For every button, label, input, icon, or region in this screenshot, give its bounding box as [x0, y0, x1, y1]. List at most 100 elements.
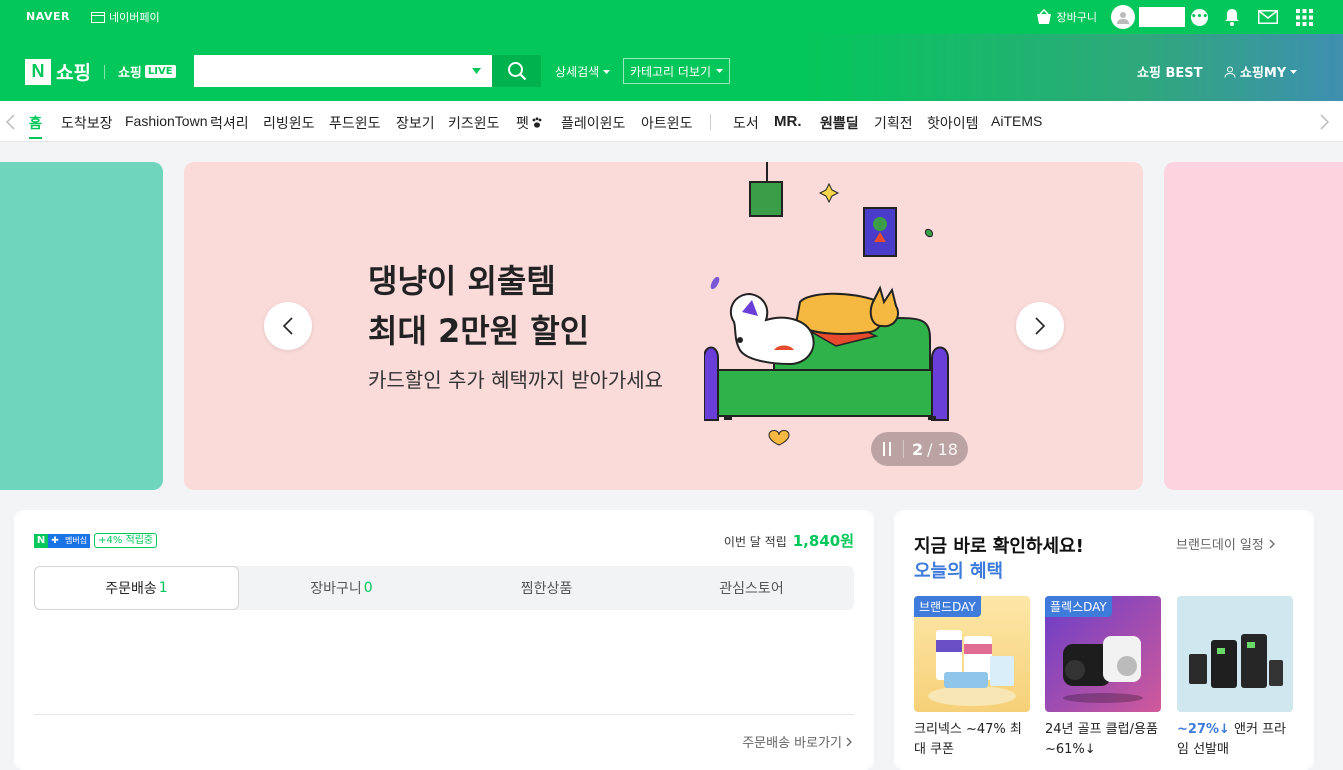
n-badge: N ✚ 멤버십: [34, 533, 91, 548]
live-badge: LIVE: [144, 65, 176, 78]
banner-line2: 최대 2만원 할인: [368, 312, 590, 350]
tab-cart[interactable]: 장바구니 0: [239, 566, 444, 610]
person-icon: [1224, 66, 1236, 78]
nav-item-special[interactable]: 기획전: [874, 113, 913, 133]
shopping-logo[interactable]: N 쇼핑 쇼핑 LIVE: [25, 58, 176, 85]
nav-item-food[interactable]: 푸드윈도: [329, 113, 381, 133]
nav-item-aitems[interactable]: AiTEMS: [991, 113, 1042, 129]
banner-pager: 2 / 18: [871, 432, 968, 466]
tab-wishlist[interactable]: 찜한상품: [444, 566, 649, 610]
divider-line: [34, 714, 854, 715]
main-banner[interactable]: 댕냥이 외출템 최대 2만원 할인 카드할인 추가 혜택까지 받아가세요 2 /…: [184, 162, 1143, 490]
shopping-logo-text: 쇼핑: [56, 62, 91, 84]
product-desc-text: 크리넥스 ~47% 최대 쿠폰: [914, 722, 1022, 757]
nav-item-home[interactable]: 홈: [29, 113, 42, 139]
shopping-my-button[interactable]: 쇼핑MY: [1224, 62, 1298, 81]
plus-icon: ✚: [48, 533, 62, 548]
pet-sofa-illustration: [704, 162, 949, 446]
banner-line1: 댕냥이 외출템: [368, 262, 556, 300]
n-logo: N: [25, 58, 51, 85]
basket-icon[interactable]: [1035, 9, 1053, 25]
monthly-points-value: 1,840원: [792, 532, 854, 550]
brandday-tag: 브랜드DAY: [914, 596, 981, 617]
card-icon: [91, 11, 105, 23]
product-desc: ~27%↓ 앤커 프라임 선발매: [1177, 720, 1293, 760]
discount-highlight: ~27%↓: [1177, 722, 1230, 737]
nav-item-oneplus[interactable]: 원쁠딜: [820, 113, 859, 133]
cart-link[interactable]: 장바구니: [1057, 9, 1097, 25]
product-image: [1177, 596, 1293, 712]
category-more-button[interactable]: 카테고리 더보기: [623, 58, 730, 84]
chevron-right-icon: [846, 737, 852, 746]
naver-pay-link[interactable]: 네이버페이: [91, 9, 160, 25]
benefit-product[interactable]: ~27%↓ 앤커 프라임 선발매: [1177, 596, 1293, 760]
caret-down-icon: [716, 69, 724, 73]
dropdown-triangle-icon[interactable]: [472, 68, 481, 74]
category-nav: 홈 도착보장 FashionTown 럭셔리 리빙윈도 푸드윈도 장보기 키즈윈…: [0, 101, 1343, 142]
tab-count: 1: [158, 580, 168, 596]
nav-item-kids[interactable]: 키즈윈도: [448, 113, 500, 133]
talk-icon[interactable]: •••: [1191, 8, 1208, 26]
shopping-live-link[interactable]: 쇼핑 LIVE: [118, 62, 176, 81]
nav-item-mr[interactable]: MR.: [774, 113, 802, 130]
pause-icon[interactable]: [871, 442, 903, 456]
search-input[interactable]: [194, 55, 492, 87]
user-icon: [1117, 12, 1129, 24]
nav-item-hot[interactable]: 핫아이템: [927, 113, 979, 133]
divider: [103, 64, 105, 79]
nav-item-fashiontown[interactable]: FashionTown: [125, 113, 208, 129]
nav-prev-icon[interactable]: [6, 114, 15, 130]
banner-prev-button[interactable]: [264, 302, 312, 350]
pager-current: 2: [912, 439, 924, 459]
nav-item-art[interactable]: 아트윈도: [641, 113, 693, 133]
bell-icon[interactable]: [1224, 8, 1240, 26]
nav-item-grocery[interactable]: 장보기: [396, 113, 435, 133]
tissue-products-image: [928, 630, 1016, 706]
nav-pet-label: 펫: [516, 116, 529, 132]
search-button[interactable]: [492, 55, 541, 87]
search-icon: [507, 62, 526, 81]
nav-item-pet[interactable]: 펫: [516, 113, 543, 133]
tab-label: 주문배송: [105, 581, 157, 597]
product-image: 브랜드DAY: [914, 596, 1030, 712]
naver-logo[interactable]: NAVER: [26, 10, 70, 23]
tab-orders[interactable]: 주문배송 1: [34, 566, 239, 610]
order-link[interactable]: 주문배송 바로가기: [742, 732, 852, 751]
avatar[interactable]: [1111, 5, 1135, 29]
benefit-product[interactable]: 플렉스DAY 24년 골프 클럽/용품 ~61%↓: [1045, 596, 1161, 760]
benefit-product[interactable]: 브랜드DAY 크리넥스 ~47% 최대 쿠폰: [914, 596, 1030, 760]
flexday-tag: 플렉스DAY: [1045, 596, 1112, 617]
naver-pay-label: 네이버페이: [109, 11, 160, 24]
tab-label: 관심스토어: [719, 581, 784, 597]
nav-item-play[interactable]: 플레이윈도: [561, 113, 625, 133]
n-badge-letter: N: [34, 533, 48, 548]
banner-next-button[interactable]: [1016, 302, 1064, 350]
point-rate-tag: +4% 적립중: [94, 533, 158, 548]
shopping-best-link[interactable]: 쇼핑 BEST: [1137, 62, 1202, 81]
next-banner-peek[interactable]: [1164, 162, 1343, 490]
order-link-label: 주문배송 바로가기: [742, 736, 842, 751]
nav-item-delivery[interactable]: 도착보장: [61, 113, 113, 133]
caret-down-icon: [1290, 69, 1298, 74]
power-bank-image: [1189, 634, 1283, 688]
detail-search-label: 상세검색: [555, 65, 600, 79]
nav-next-icon[interactable]: [1320, 114, 1329, 130]
paw-icon: [532, 117, 542, 128]
membership-badge[interactable]: N ✚ 멤버십 +4% 적립중: [34, 533, 158, 548]
apps-grid-icon[interactable]: [1296, 8, 1313, 26]
monthly-points-label: 이번 달 적립: [723, 535, 787, 549]
nav-item-living[interactable]: 리빙윈도: [263, 113, 315, 133]
prev-banner-peek[interactable]: [0, 162, 163, 490]
banner-line3: 카드할인 추가 혜택까지 받아가세요: [368, 368, 664, 392]
mail-icon[interactable]: [1258, 10, 1278, 24]
my-tabs: 주문배송 1 장바구니 0 찜한상품 관심스토어: [34, 566, 854, 610]
product-desc: 크리넥스 ~47% 최대 쿠폰: [914, 720, 1030, 760]
product-image: 플렉스DAY: [1045, 596, 1161, 712]
benefits-subtitle: 오늘의 혜택: [914, 561, 1004, 582]
brandday-schedule-link[interactable]: 브랜드데이 일정: [1176, 534, 1275, 553]
nav-item-luxury[interactable]: 럭셔리: [210, 113, 249, 133]
nav-item-books[interactable]: 도서: [733, 113, 759, 133]
monthly-points: 이번 달 적립 1,840원: [724, 530, 854, 551]
tab-fav-stores[interactable]: 관심스토어: [649, 566, 854, 610]
detail-search-button[interactable]: 상세검색: [555, 63, 611, 80]
